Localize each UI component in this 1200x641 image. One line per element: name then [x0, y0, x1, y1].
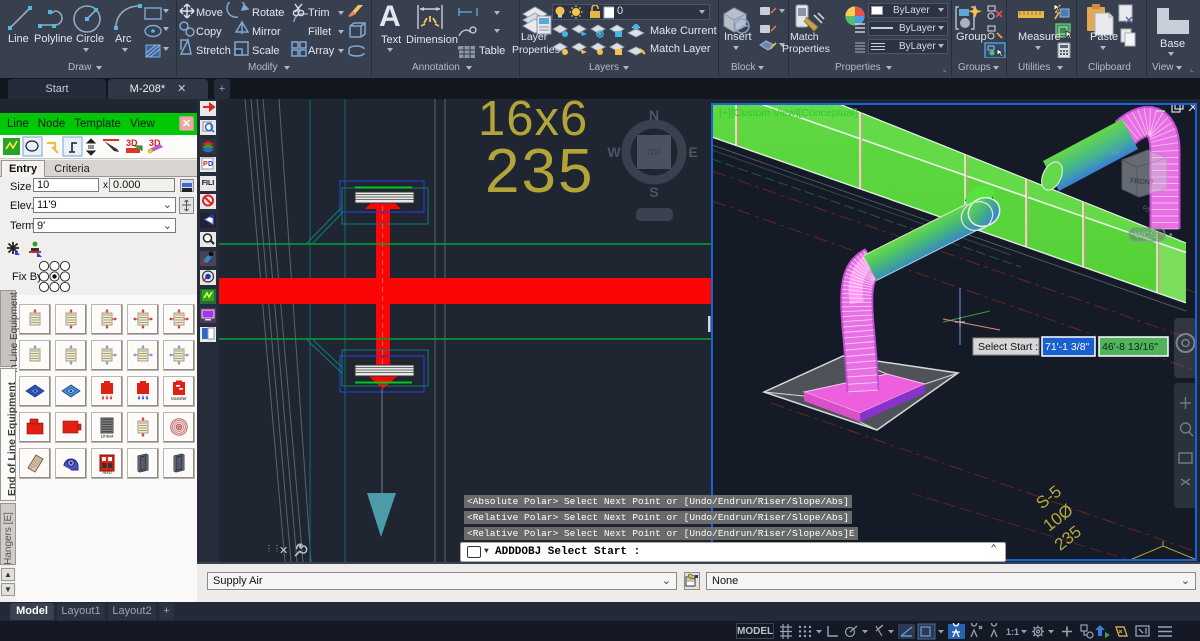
svg-text:▾: ▾ [1169, 232, 1173, 239]
svg-text:1:1: 1:1 [1006, 627, 1019, 637]
svg-text:N: N [649, 107, 659, 123]
svg-text:[+][Custom View][Conceptual]: [+][Custom View][Conceptual] [719, 107, 858, 119]
svg-text:transfer: transfer [171, 396, 187, 401]
svg-text:W: W [607, 144, 621, 160]
svg-text:D: D [208, 161, 213, 168]
svg-text:WCS: WCS [1135, 230, 1156, 240]
svg-text:S: S [649, 184, 658, 200]
svg-text:235: 235 [485, 137, 594, 206]
svg-text:W: W [1111, 147, 1120, 157]
svg-text:AHU: AHU [102, 470, 111, 475]
svg-text:Linear: Linear [101, 434, 114, 439]
svg-text:E: E [688, 144, 697, 160]
svg-text:Select Start :: Select Start : [978, 341, 1038, 353]
svg-text:71'-1 3/8": 71'-1 3/8" [1045, 341, 1090, 353]
svg-text:TOP: TOP [646, 148, 662, 157]
svg-text:46'-8 13/16": 46'-8 13/16" [1102, 341, 1158, 353]
